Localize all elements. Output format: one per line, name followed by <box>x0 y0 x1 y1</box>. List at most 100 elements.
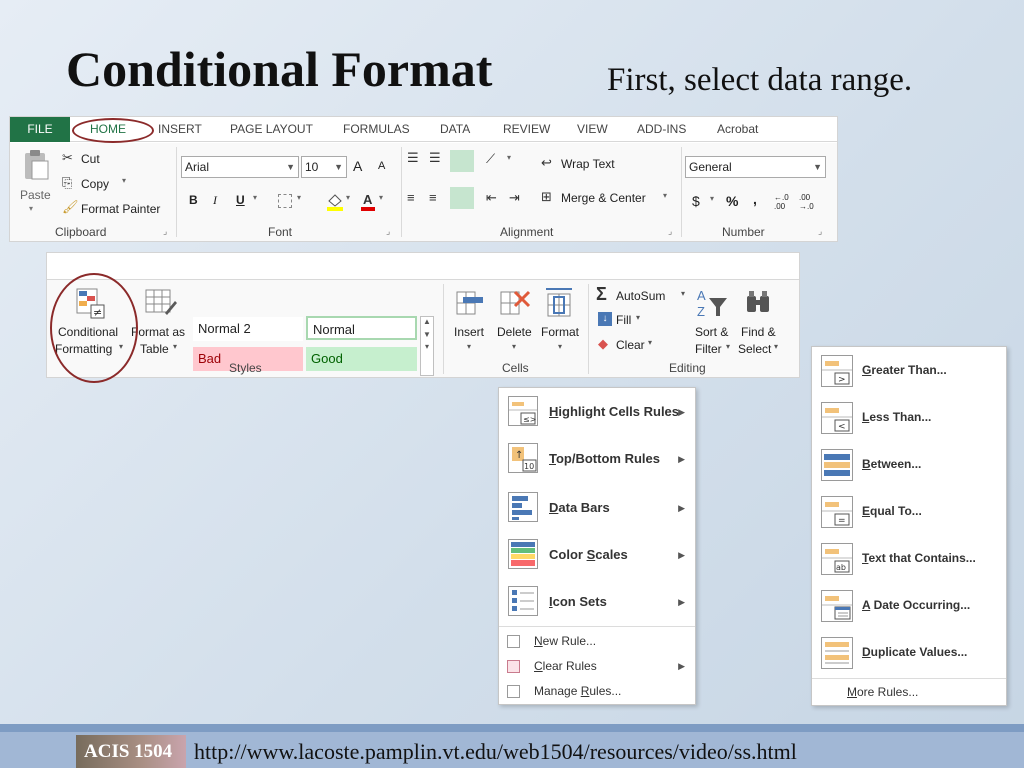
find-select-label-1[interactable]: Find & <box>741 325 776 339</box>
menu-item-clear-rules[interactable]: Clear Rules ▶ <box>499 654 695 679</box>
menu-item-new-rule[interactable]: New Rule... <box>499 629 695 654</box>
menu-item-data-bars[interactable]: Data Bars ▶ <box>499 486 695 530</box>
submenu-item-equal-to[interactable]: = Equal To... <box>812 488 1006 535</box>
orientation-icon[interactable]: ⟋ <box>486 152 495 165</box>
copy-dropdown-arrow[interactable]: ▾ <box>122 176 126 185</box>
align-right-icon[interactable] <box>450 187 474 209</box>
decrease-decimal-button[interactable]: .00 →.0 <box>799 193 817 211</box>
menu-item-icon-sets[interactable]: Icon Sets ▶ <box>499 580 695 624</box>
sort-filter-label-1[interactable]: Sort & <box>695 325 728 339</box>
style-good[interactable]: Good <box>306 347 417 371</box>
number-format-combo[interactable]: General ▼ <box>685 156 826 178</box>
tab-view[interactable]: VIEW <box>577 117 608 142</box>
borders-dropdown-icon[interactable]: ▾ <box>297 193 301 202</box>
clear-dropdown-icon[interactable]: ▾ <box>648 338 652 347</box>
merge-center-icon[interactable]: ⊞ <box>541 190 552 203</box>
format-as-table-dropdown-icon[interactable]: ▾ <box>173 342 177 351</box>
align-left-icon[interactable]: ≡ <box>407 191 415 204</box>
format-painter-icon[interactable]: 🖌 <box>62 200 79 213</box>
font-size-combo[interactable]: 10 ▼ <box>301 156 347 178</box>
top-align-icon[interactable]: ☰ <box>407 151 419 164</box>
bold-button[interactable]: B <box>189 193 198 207</box>
menu-item-highlight-cells-rules[interactable]: ≤> Highlight Cells Rules ▶ <box>499 390 695 434</box>
footer-url-link[interactable]: http://www.lacoste.pamplin.vt.edu/web150… <box>194 739 797 765</box>
sort-filter-dropdown-icon[interactable]: ▾ <box>726 342 730 351</box>
find-select-dropdown-icon[interactable]: ▾ <box>774 342 778 351</box>
format-painter-button[interactable]: Format Painter <box>81 202 160 216</box>
increase-indent-icon[interactable]: ⇥ <box>509 191 520 204</box>
bottom-align-icon[interactable] <box>450 150 474 172</box>
underline-dropdown-icon[interactable]: ▾ <box>253 193 257 202</box>
autosum-button[interactable]: AutoSum <box>616 289 665 303</box>
sort-filter-label-2[interactable]: Filter <box>695 342 722 356</box>
autosum-dropdown-icon[interactable]: ▾ <box>681 289 685 298</box>
clear-button[interactable]: Clear <box>616 338 645 352</box>
font-name-dropdown-icon[interactable]: ▼ <box>286 157 295 177</box>
styles-gallery-scroll[interactable]: ▲ ▼ ▾ <box>420 316 434 376</box>
autosum-icon[interactable]: Σ <box>596 284 607 305</box>
menu-item-color-scales[interactable]: Color Scales ▶ <box>499 533 695 577</box>
number-dialog-launcher[interactable]: ⌟ <box>818 226 822 237</box>
eraser-icon[interactable]: ◆ <box>598 337 608 350</box>
underline-button[interactable]: U <box>236 193 245 207</box>
fill-button[interactable]: Fill <box>616 313 631 327</box>
format-as-table-icon[interactable] <box>145 287 177 321</box>
tab-acrobat[interactable]: Acrobat <box>717 117 758 142</box>
submenu-item-between[interactable]: Between... <box>812 441 1006 488</box>
merge-center-button[interactable]: Merge & Center <box>561 191 646 205</box>
paste-icon[interactable] <box>22 149 50 181</box>
alignment-dialog-launcher[interactable]: ⌟ <box>668 226 672 237</box>
middle-align-icon[interactable]: ☰ <box>429 151 441 164</box>
paste-dropdown-arrow[interactable]: ▾ <box>29 204 33 213</box>
fill-color-dropdown-icon[interactable]: ▾ <box>346 193 350 202</box>
fill-down-icon[interactable]: ↓ <box>598 312 612 326</box>
tab-page-layout[interactable]: PAGE LAYOUT <box>230 117 313 142</box>
binoculars-icon[interactable] <box>744 288 774 318</box>
decrease-indent-icon[interactable]: ⇤ <box>486 191 497 204</box>
menu-item-manage-rules[interactable]: Manage Rules... <box>499 679 695 704</box>
clipboard-dialog-launcher[interactable]: ⌟ <box>163 226 167 237</box>
gallery-down-icon[interactable]: ▼ <box>421 330 433 339</box>
submenu-item-text-that-contains[interactable]: ab Text that Contains... <box>812 535 1006 582</box>
fill-color-icon[interactable] <box>326 193 344 211</box>
find-select-label-2[interactable]: Select <box>738 342 771 356</box>
font-color-dropdown-icon[interactable]: ▾ <box>379 193 383 202</box>
comma-button[interactable]: , <box>753 191 757 207</box>
borders-icon[interactable] <box>278 194 292 208</box>
insert-dropdown-icon[interactable]: ▾ <box>467 342 471 351</box>
grow-font-button[interactable]: A <box>353 158 362 174</box>
tab-insert[interactable]: INSERT <box>158 117 202 142</box>
format-as-table-label-1[interactable]: Format as <box>131 325 185 339</box>
submenu-item-date-occurring[interactable]: A Date Occurring... <box>812 582 1006 629</box>
currency-dropdown-icon[interactable]: ▾ <box>710 194 714 203</box>
wrap-text-icon[interactable]: ↩ <box>541 156 552 169</box>
delete-cells-button[interactable]: Delete <box>497 325 532 339</box>
paste-label[interactable]: Paste <box>20 188 51 202</box>
tab-add-ins[interactable]: ADD-INS <box>637 117 686 142</box>
cut-button[interactable]: Cut <box>81 152 100 166</box>
gallery-up-icon[interactable]: ▲ <box>421 317 433 326</box>
style-normal[interactable]: Normal <box>306 316 417 340</box>
style-normal-2[interactable]: Normal 2 <box>193 317 303 341</box>
submenu-item-duplicate-values[interactable]: Duplicate Values... <box>812 629 1006 676</box>
submenu-item-more-rules[interactable]: More Rules... <box>812 680 1006 705</box>
currency-button[interactable]: $ <box>692 193 700 209</box>
font-size-dropdown-icon[interactable]: ▼ <box>334 157 343 177</box>
insert-cells-button[interactable]: Insert <box>454 325 484 339</box>
tab-formulas[interactable]: FORMULAS <box>343 117 410 142</box>
font-color-icon[interactable]: A <box>360 192 376 211</box>
gallery-more-icon[interactable]: ▾ <box>421 342 433 351</box>
shrink-font-button[interactable]: A <box>378 160 385 172</box>
insert-cells-icon[interactable] <box>455 288 485 318</box>
wrap-text-button[interactable]: Wrap Text <box>561 157 615 171</box>
increase-decimal-button[interactable]: ←.0 .00 <box>774 193 792 211</box>
format-dropdown-icon[interactable]: ▾ <box>558 342 562 351</box>
submenu-item-less-than[interactable]: < Less Than... <box>812 394 1006 441</box>
format-as-table-label-2[interactable]: Table <box>140 342 169 356</box>
format-cells-icon[interactable] <box>544 285 574 319</box>
cut-icon[interactable]: ✂ <box>62 151 73 164</box>
format-cells-button[interactable]: Format <box>541 325 579 339</box>
number-format-dropdown-icon[interactable]: ▼ <box>813 157 822 177</box>
tab-file[interactable]: FILE <box>10 117 70 142</box>
delete-cells-icon[interactable] <box>499 288 531 318</box>
